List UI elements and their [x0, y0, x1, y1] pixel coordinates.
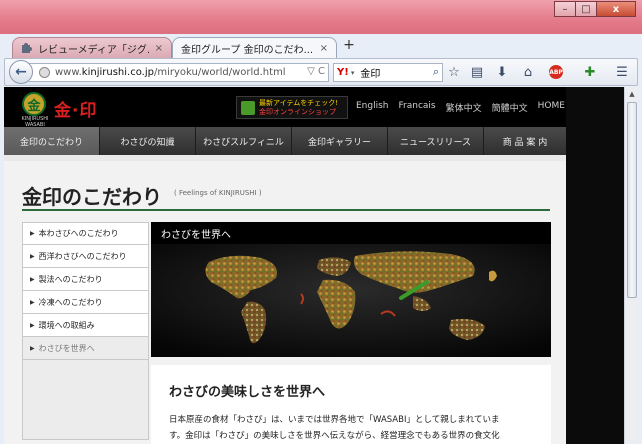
side-item-world[interactable]: ▶ わさびを世界へ [22, 337, 149, 360]
title-underline [22, 209, 550, 211]
menu-icon[interactable]: ☰ [613, 63, 631, 81]
shop-line-1: 最新アイテムをチェック! [259, 98, 339, 107]
tab-kinjirushi[interactable]: 金印グループ 金印のこだわ... × [172, 37, 337, 59]
page-viewport: 金 KINJIRUSHI WASABI 金·印 最新アイテムをチェック! 金印オ… [4, 87, 624, 444]
globe-icon [39, 67, 50, 78]
tab-close-icon[interactable]: × [151, 43, 163, 54]
new-tab-button[interactable]: + [342, 37, 356, 53]
tab-strip: レビューメディア「ジグ... × 金印グループ 金印のこだわ... × + [0, 34, 642, 59]
lang-simplified-chinese[interactable]: 簡體中文 [492, 101, 528, 114]
maximize-button[interactable]: □ [575, 1, 597, 17]
scrollbar-thumb[interactable] [627, 102, 637, 298]
nav-gallery[interactable]: 金印ギャラリー [292, 127, 388, 155]
search-input[interactable]: Y! ▾ 金印 ⌕ [333, 63, 443, 82]
vertical-scrollbar[interactable]: ▲ [624, 87, 638, 444]
arrow-right-icon: ▶ [30, 252, 35, 260]
tab-label: レビューメディア「ジグ... [38, 44, 151, 56]
close-window-button[interactable]: x [596, 1, 636, 17]
nav-kodawari[interactable]: 金印のこだわり [4, 127, 100, 155]
tab-review-media[interactable]: レビューメディア「ジグ... × [12, 37, 172, 59]
side-item-seiyo-wasabi[interactable]: ▶ 西洋わさびへのこだわり [22, 245, 149, 268]
nav-sulfinyl[interactable]: わさびスルフィニル [196, 127, 292, 155]
back-button[interactable]: ← [9, 60, 33, 84]
shop-line-2: 金印オンラインショップ [259, 107, 336, 116]
side-item-hon-wasabi[interactable]: ▶ 本わさびへのこだわり [22, 222, 149, 245]
url-prefix: www. [55, 67, 82, 78]
adblock-icon[interactable]: ABP [547, 63, 565, 81]
puzzle-icon [22, 43, 32, 53]
url-domain: kinjirushi.co.jp [81, 67, 154, 78]
page-right-margin [566, 87, 624, 444]
section-header: わさびを世界へ [151, 222, 551, 244]
side-nav: ▶ 本わさびへのこだわり ▶ 西洋わさびへのこだわり ▶ 製法へのこだわり ▶ 冷凍への… [22, 222, 149, 440]
home-icon[interactable]: ⌂ [519, 63, 537, 81]
logo-text[interactable]: 金·印 [54, 96, 97, 121]
shop-bag-icon [241, 100, 255, 115]
nav-wasabi-knowledge[interactable]: わさびの知識 [100, 127, 196, 155]
side-nav-filler [22, 360, 149, 440]
tab-close-icon[interactable]: × [316, 43, 328, 54]
arrow-right-icon: ▶ [30, 321, 35, 329]
search-icon[interactable]: ⌕ [433, 65, 439, 79]
reload-icon[interactable]: ▽ C [307, 66, 325, 77]
article-heading: わさびの美味しさを世界へ [169, 385, 326, 400]
site-header: 金 KINJIRUSHI WASABI 金·印 最新アイテムをチェック! 金印オ… [4, 87, 566, 128]
star-icon[interactable]: ☆ [445, 63, 463, 81]
article-line-2: す。金印は「わさび」の美味しさを世界へ伝えながら、経営理念でもある世界の食文化 [169, 431, 500, 441]
page-title: 金印のこだわり [22, 185, 162, 209]
tab-label: 金印グループ 金印のこだわ... [181, 45, 314, 56]
url-bar[interactable]: www. kinjirushi.co.jp/miryoku/world/world… [29, 63, 329, 82]
arrow-right-icon: ▶ [30, 230, 35, 237]
article-body: 日本原産の食材「わさび」は、いまでは世界各地で「WASABI」として親しまれてい… [151, 412, 549, 444]
navigation-toolbar: www. kinjirushi.co.jp/miryoku/world/world… [4, 58, 638, 86]
main-nav: 金印のこだわり わさびの知識 わさびスルフィニル 金印ギャラリー ニュースリリー… [4, 127, 566, 155]
nav-products[interactable]: 商 品 案 内 [484, 127, 566, 155]
page-subtitle: ( Feelings of KINJIRUSHI ) [174, 189, 262, 197]
download-icon[interactable]: ⬇ [493, 63, 511, 81]
scroll-up-icon[interactable]: ▲ [625, 87, 639, 101]
world-map-spices-image [151, 244, 551, 357]
lang-english[interactable]: English [356, 101, 389, 114]
side-item-seiho[interactable]: ▶ 製法へのこだわり [22, 268, 149, 291]
side-item-kankyo[interactable]: ▶ 環境への取組み [22, 314, 149, 337]
arrow-right-icon: ▶ [30, 344, 35, 352]
reader-icon[interactable]: ▤ [468, 63, 486, 81]
online-shop-banner[interactable]: 最新アイテムをチェック! 金印オンラインショップ [236, 96, 348, 119]
language-links: English Francais 繁体中文 簡體中文 HOME [356, 101, 575, 114]
lang-traditional-chinese[interactable]: 繁体中文 [446, 101, 482, 114]
arrow-right-icon: ▶ [30, 298, 35, 306]
search-value: 金印 [360, 69, 381, 80]
home-link[interactable]: HOME [538, 101, 565, 114]
url-path: /miryoku/world/world.html [153, 67, 286, 78]
logo-seal-icon[interactable]: 金 [22, 92, 46, 116]
arrow-right-icon: ▶ [30, 275, 35, 283]
addon-icon[interactable]: ✚ [581, 63, 599, 81]
lang-french[interactable]: Francais [399, 101, 436, 114]
yahoo-icon: Y! [337, 67, 349, 78]
window-titlebar: – □ x [0, 0, 642, 34]
article-line-1: 日本原産の食材「わさび」は、いまでは世界各地で「WASABI」として親しまれてい… [169, 415, 500, 425]
window-controls: – □ x [554, 1, 636, 17]
article: わさびの美味しさを世界へ 日本原産の食材「わさび」は、いまでは世界各地で「WAS… [151, 365, 551, 444]
side-item-reito[interactable]: ▶ 冷凍へのこだわり [22, 291, 149, 314]
nav-news[interactable]: ニュースリリース [388, 127, 484, 155]
minimize-button[interactable]: – [554, 1, 576, 17]
